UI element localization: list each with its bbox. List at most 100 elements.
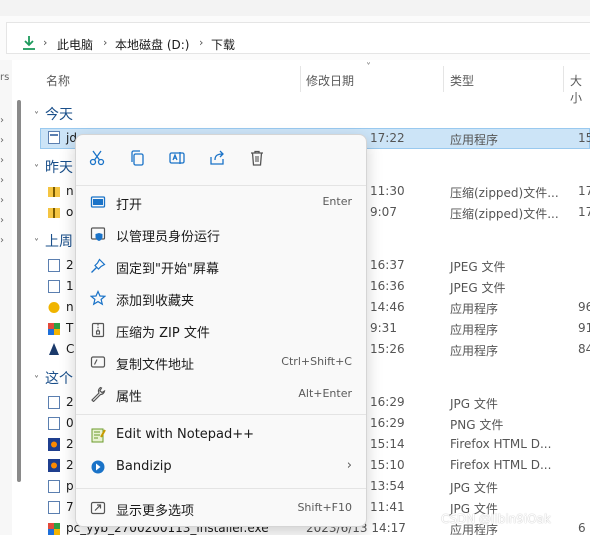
- file-icon: [48, 396, 60, 409]
- chevron-right-icon[interactable]: ›: [0, 175, 4, 186]
- row-name[interactable]: T: [66, 321, 73, 335]
- chevron-right-icon[interactable]: ›: [0, 235, 4, 246]
- row-name[interactable]: 2: [66, 395, 74, 409]
- row-name[interactable]: n: [66, 184, 74, 198]
- chevron-right-icon[interactable]: ›: [0, 115, 4, 126]
- file-icon: [48, 259, 60, 272]
- menu-item-properties[interactable]: 属性 Alt+Enter: [80, 379, 364, 409]
- menu-item-label: 复制文件地址: [116, 358, 195, 373]
- menu-item-compress-zip[interactable]: 压缩为 ZIP 文件: [80, 315, 364, 345]
- row-date: 13:54: [370, 479, 405, 493]
- chevron-right-icon[interactable]: ›: [0, 135, 4, 146]
- row-type: Firefox HTML D...: [450, 437, 552, 451]
- chevron-right-icon[interactable]: ›: [0, 195, 4, 206]
- row-type: JPG 文件: [450, 481, 498, 495]
- copy-path-icon: [90, 356, 106, 368]
- row-name[interactable]: 1: [66, 279, 74, 293]
- row-name[interactable]: p: [66, 479, 74, 493]
- row-name[interactable]: o: [66, 205, 73, 219]
- breadcrumb-d-drive[interactable]: 本地磁盘 (D:): [115, 36, 189, 53]
- column-divider[interactable]: [563, 66, 564, 92]
- column-header-type[interactable]: 类型: [450, 72, 474, 89]
- menu-item-show-more-options[interactable]: 显示更多选项 Shift+F10: [80, 493, 364, 523]
- row-size: 156: [578, 131, 590, 145]
- row-date: 11:30: [370, 184, 405, 198]
- row-size: 91: [578, 321, 590, 335]
- chevron-right-icon[interactable]: ›: [0, 155, 4, 166]
- row-name[interactable]: n: [66, 300, 74, 314]
- group-header-this-month[interactable]: ˅ 这个: [34, 368, 73, 388]
- menu-item-open[interactable]: 打开 Enter: [80, 187, 364, 217]
- row-type: PNG 文件: [450, 418, 504, 432]
- nav-scrollbar-thumb[interactable]: [17, 100, 21, 482]
- row-name[interactable]: 0: [66, 416, 74, 430]
- menu-item-shortcut: Shift+F10: [297, 501, 352, 514]
- row-date: 9:07: [370, 205, 397, 219]
- chevron-right-icon[interactable]: ›: [0, 215, 4, 226]
- title-bar: [0, 0, 590, 16]
- menu-item-pin-to-start[interactable]: 固定到"开始"屏幕: [80, 251, 364, 281]
- menu-item-label: 压缩为 ZIP 文件: [116, 326, 210, 341]
- menu-item-shortcut: Alt+Enter: [298, 387, 352, 400]
- row-date: 15:10: [370, 458, 405, 472]
- row-date: 16:29: [370, 416, 405, 430]
- download-folder-icon: [23, 36, 35, 50]
- column-divider[interactable]: [443, 66, 444, 92]
- menu-item-label: 打开: [116, 198, 143, 213]
- menu-divider: [76, 414, 366, 415]
- row-name[interactable]: C: [66, 342, 74, 356]
- row-size: 17: [578, 184, 590, 198]
- star-icon: [90, 290, 106, 306]
- menu-divider: [76, 488, 366, 489]
- column-header-name[interactable]: 名称: [46, 72, 70, 89]
- menu-item-shortcut: Ctrl+Shift+C: [281, 355, 352, 368]
- chevron-down-icon: ˅: [34, 164, 39, 175]
- menu-item-run-as-admin[interactable]: 以管理员身份运行: [80, 219, 364, 249]
- file-icon: [48, 417, 60, 430]
- group-header-last-week[interactable]: ˅ 上周: [34, 231, 73, 251]
- breadcrumb-this-pc[interactable]: 此电脑: [57, 36, 93, 53]
- delete-icon[interactable]: [248, 149, 272, 173]
- address-bar[interactable]: › 此电脑 › 本地磁盘 (D:) › 下载: [6, 22, 590, 54]
- column-header-modified[interactable]: 修改日期: [306, 72, 354, 89]
- zip-folder-icon: [48, 187, 60, 197]
- row-type: JPEG 文件: [450, 281, 506, 295]
- notepadpp-icon: [91, 428, 106, 443]
- menu-item-copy-path[interactable]: 复制文件地址 Ctrl+Shift+C: [80, 347, 364, 377]
- column-header-size[interactable]: 大小: [570, 72, 590, 106]
- installer-icon: [48, 523, 60, 535]
- column-divider[interactable]: [300, 66, 301, 92]
- chevron-down-icon: ˅: [34, 375, 39, 386]
- row-name[interactable]: 2: [66, 437, 74, 451]
- app-icon: [48, 131, 60, 144]
- rename-icon[interactable]: [168, 149, 192, 173]
- menu-item-label: 显示更多选项: [116, 504, 195, 519]
- zip-folder-icon: [48, 208, 60, 218]
- row-name[interactable]: 7: [66, 500, 74, 514]
- row-date: 15:26: [370, 342, 405, 356]
- group-header-today[interactable]: ˅ 今天: [34, 104, 73, 124]
- file-icon: [48, 280, 60, 293]
- breadcrumb-downloads[interactable]: 下载: [211, 36, 235, 53]
- menu-item-label: 以管理员身份运行: [116, 230, 221, 245]
- menu-item-edit-notepadpp[interactable]: Edit with Notepad++: [80, 420, 364, 450]
- pin-icon: [91, 258, 106, 273]
- row-size: 84: [578, 342, 590, 356]
- row-name[interactable]: 2: [66, 258, 74, 272]
- nav-label-fragment: rs: [0, 72, 10, 83]
- copy-icon[interactable]: [128, 149, 152, 173]
- sort-caret-icon: ˅: [366, 62, 371, 73]
- wrench-icon: [91, 386, 106, 402]
- open-icon: [90, 196, 106, 208]
- row-date: 17:22: [370, 131, 405, 145]
- menu-item-add-to-favorites[interactable]: 添加到收藏夹: [80, 283, 364, 313]
- row-name[interactable]: 2: [66, 458, 74, 472]
- row-date: 14:46: [370, 300, 405, 314]
- menu-item-bandizip[interactable]: Bandizip ›: [80, 452, 364, 482]
- chevron-right-icon: ›: [43, 36, 48, 49]
- row-type: 应用程序: [450, 302, 499, 316]
- share-icon[interactable]: [208, 149, 232, 173]
- group-header-yesterday[interactable]: ˅ 昨天: [34, 157, 73, 177]
- cut-icon[interactable]: [88, 149, 112, 173]
- chevron-right-icon: ›: [199, 36, 204, 49]
